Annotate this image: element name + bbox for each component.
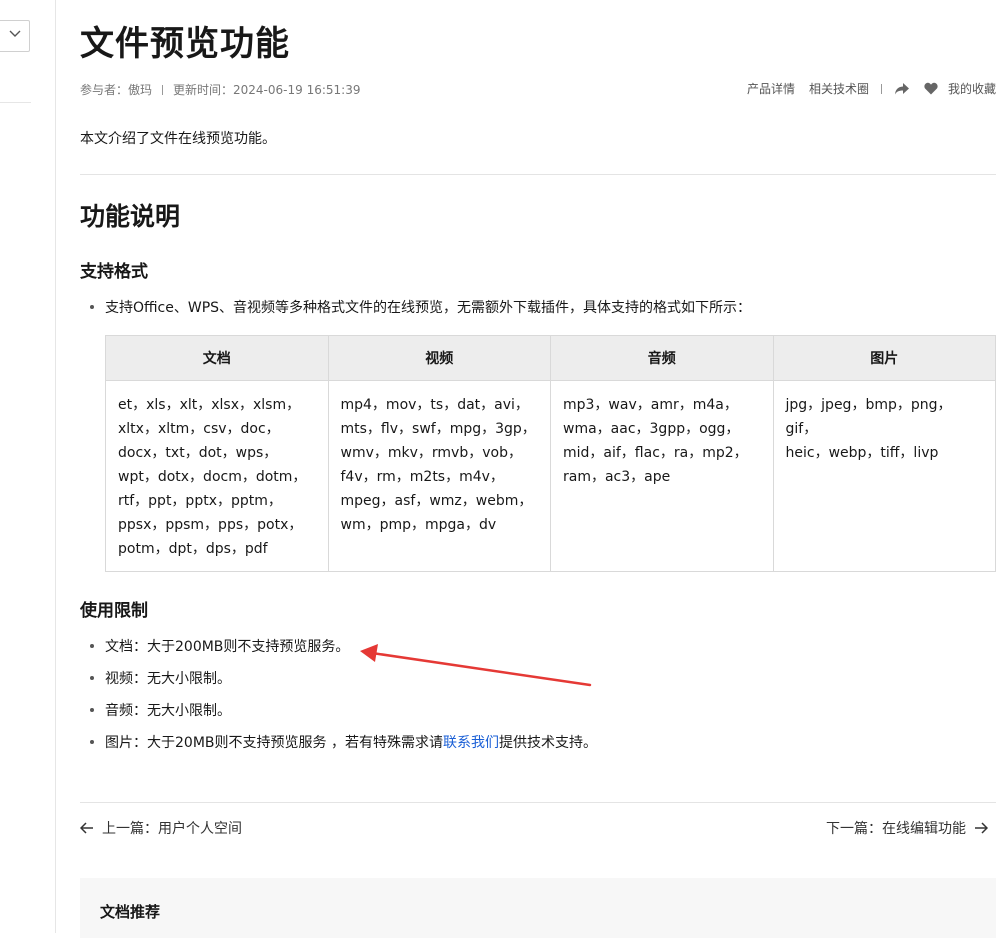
documents-formats: et，xls，xlt，xlsx，xlsm， xltx，xltm，csv，doc，… [105,380,329,572]
left-sidebar [0,0,56,933]
section-heading: 功能说明 [80,202,181,231]
format-line: wm，pmp，mpga，dv [340,517,497,533]
limit-images-text: 图片：大于20MB则不支持预览服务 ，若有特殊需求请 [105,735,443,751]
divider [80,174,996,175]
format-line: rtf，ppt，pptx，pptm， [118,493,282,509]
format-line: jpg，jpeg，bmp，png，gif， [785,397,952,437]
updated-time: 更新时间：2024-06-19 16:51:39 [173,83,361,97]
format-line: potm，dpt，dps，pdf [118,541,268,557]
formats-heading: 支持格式 [80,262,148,282]
format-line: mp4，mov，ts，dat，avi， [340,397,529,413]
sidebar-divider [0,102,31,103]
formats-table: 文档 视频 音频 图片 et，xls，xlt，xlsx，xlsm， xltx，x… [105,335,996,572]
prev-article-label: 上一篇：用户个人空间 [102,821,242,837]
header-documents: 文档 [105,335,329,381]
arrow-left-icon [80,822,93,834]
table-row: et，xls，xlt，xlsx，xlsm， xltx，xltm，csv，doc，… [105,380,996,572]
limit-video: 视频：无大小限制。 [105,671,231,687]
limit-images-suffix: 提供技术支持。 [498,735,597,751]
list-item: 文档：大于200MB则不支持预览服务。 [90,636,349,656]
article-meta: 参与者：傲玛 更新时间：2024-06-19 16:51:39 [80,81,360,98]
format-line: f4v，rm，m2ts，m4v， [340,469,504,485]
format-line: et，xls，xlt，xlsx，xlsm， [118,397,301,413]
image-formats: jpg，jpeg，bmp，png，gif， heic，webp，tiff，liv… [772,380,996,572]
recommended-docs-panel: 文档推荐 [80,878,996,938]
list-item: 图片：大于20MB则不支持预览服务 ，若有特殊需求请联系我们提供技术支持。 [90,732,597,752]
contact-us-link[interactable]: 联系我们 [443,735,499,751]
format-line: ram，ac3，ape [563,469,671,485]
prev-article-link[interactable]: 上一篇：用户个人空间 [80,818,242,838]
my-favorites-link[interactable]: 我的收藏 [948,80,996,97]
chevron-down-icon [9,30,21,37]
format-line: heic，webp，tiff，livp [785,445,939,461]
next-article-label: 下一篇：在线编辑功能 [826,821,966,837]
page-title: 文件预览功能 [80,24,290,64]
arrow-right-icon [975,822,988,834]
limit-documents: 文档：大于200MB则不支持预览服务。 [105,639,350,655]
format-line: wma，aac，3gpp，ogg， [563,421,740,437]
heart-icon[interactable] [924,82,938,95]
next-article-link[interactable]: 下一篇：在线编辑功能 [826,818,988,838]
list-item: 音频：无大小限制。 [90,700,231,720]
share-icon[interactable] [894,82,910,96]
limit-images: 图片：大于20MB则不支持预览服务 ，若有特殊需求请联系我们提供技术支持。 [90,735,597,751]
list-item: 视频：无大小限制。 [90,668,231,688]
format-line: wpt，dotx，docm，dotm， [118,469,307,485]
table-header-row: 文档 视频 音频 图片 [105,335,996,381]
meta-divider [162,84,164,95]
format-line: wmv，mkv，rmvb，vob， [340,445,522,461]
limits-heading: 使用限制 [80,601,148,621]
format-line: mts，flv，swf，mpg，3gp， [340,421,536,437]
contributors: 参与者：傲玛 [80,83,153,97]
limit-audio: 音频：无大小限制。 [105,703,231,719]
header-video: 视频 [327,335,551,381]
format-line: ppsx，ppsm，pps，potx， [118,517,303,533]
article-actions: 产品详情 相关技术圈 我的收藏 [747,80,996,97]
list-item: 支持Office、WPS、音视频等多种格式文件的在线预览，无需额外下载插件，具体… [90,297,751,317]
product-details-link[interactable]: 产品详情 [747,80,795,97]
format-line: mp3，wav，amr，m4a， [563,397,738,413]
recommended-docs-title: 文档推荐 [100,903,161,921]
header-audio: 音频 [550,335,774,381]
formats-description: 支持Office、WPS、音视频等多种格式文件的在线预览，无需额外下载插件，具体… [105,300,752,316]
format-line: mpeg，asf，wmz，webm， [340,493,533,509]
divider [80,802,996,803]
related-circle-link[interactable]: 相关技术圈 [809,80,869,97]
format-line: mid，aif，flac，ra，mp2， [563,445,748,461]
header-images: 图片 [772,335,996,381]
format-line: docx，txt，dot，wps， [118,445,278,461]
format-line: xltx，xltm，csv，doc， [118,421,280,437]
intro-text: 本文介绍了文件在线预览功能。 [80,131,276,147]
video-formats: mp4，mov，ts，dat，avi， mts，flv，swf，mpg，3gp，… [327,380,551,572]
audio-formats: mp3，wav，amr，m4a， wma，aac，3gpp，ogg， mid，a… [550,380,774,572]
sidebar-dropdown[interactable] [0,20,30,52]
actions-divider [880,83,882,94]
